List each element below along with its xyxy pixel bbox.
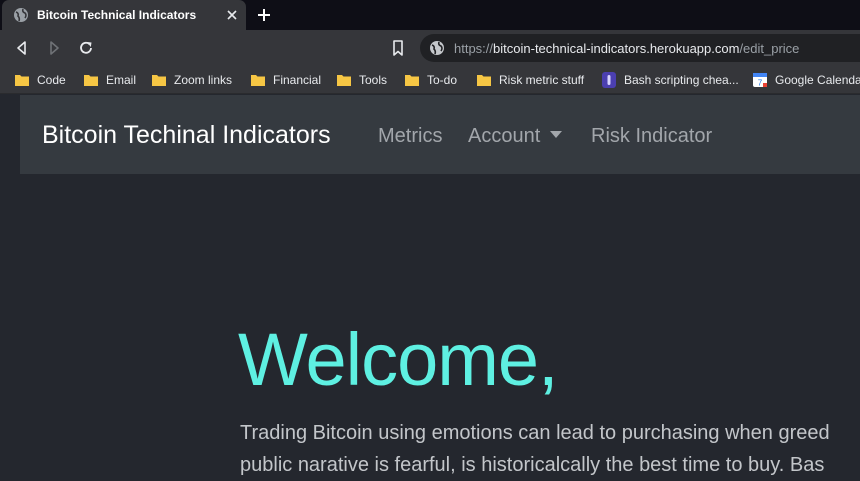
- folder-icon: [15, 75, 29, 86]
- browser-tab[interactable]: Bitcoin Technical Indicators: [2, 0, 246, 30]
- folder-icon: [337, 75, 351, 86]
- bookmark-label: To-do: [427, 73, 458, 87]
- nav-account-dropdown[interactable]: Account: [468, 125, 563, 148]
- intro-line: Trading Bitcoin using emotions can lead …: [240, 422, 830, 444]
- svg-text:7: 7: [758, 79, 763, 88]
- back-icon[interactable]: [13, 39, 31, 57]
- bookmark-google-calendar[interactable]: 7 Google Calendar: [752, 72, 860, 88]
- tab-strip: Bitcoin Technical Indicators: [0, 0, 860, 30]
- nav-metrics[interactable]: Metrics: [378, 125, 442, 148]
- bookmark-label: Financial: [273, 73, 322, 87]
- url-text[interactable]: https://bitcoin-technical-indicators.her…: [454, 41, 799, 56]
- folder-icon: [84, 75, 98, 86]
- intro-paragraph: Trading Bitcoin using emotions can lead …: [240, 417, 860, 481]
- new-tab-icon[interactable]: [256, 7, 272, 23]
- url-path: /edit_price: [739, 41, 800, 56]
- url-scheme: https://: [454, 41, 494, 56]
- browser-toolbar: https://bitcoin-technical-indicators.her…: [0, 30, 860, 66]
- bookmark-label: Code: [37, 73, 66, 87]
- intro-line: public narative is fearful, is historica…: [240, 454, 825, 476]
- folder-icon: [477, 75, 491, 86]
- nav-account-label: Account: [468, 125, 541, 147]
- site-navbar: Bitcoin Techinal Indicators Metrics Acco…: [20, 95, 860, 174]
- bookmark-folder-email[interactable]: Email: [83, 72, 136, 88]
- bookmark-label: Google Calendar: [775, 73, 860, 87]
- folder-icon: [251, 75, 265, 86]
- bookmark-label: Email: [106, 73, 137, 87]
- bookmark-folder-risk-metric[interactable]: Risk metric stuff: [476, 72, 584, 88]
- nav-risk-indicator[interactable]: Risk Indicator: [591, 125, 712, 148]
- caret-down-icon: [550, 131, 563, 138]
- tab-title: Bitcoin Technical Indicators: [37, 8, 197, 22]
- bookmark-page-icon[interactable]: [389, 39, 407, 57]
- calendar-icon: 7: [753, 73, 767, 88]
- web-page: Bitcoin Techinal Indicators Metrics Acco…: [0, 95, 860, 478]
- folder-icon: [152, 75, 166, 86]
- bookmark-label: Bash scripting chea...: [624, 73, 739, 87]
- bookmark-label: Zoom links: [174, 73, 233, 87]
- globe-icon: [14, 8, 28, 22]
- bookmark-label: Tools: [359, 73, 388, 87]
- url-host: bitcoin-technical-indicators.herokuapp.c…: [493, 41, 740, 56]
- bookmark-folder-financial[interactable]: Financial: [250, 72, 321, 88]
- bookmark-folder-code[interactable]: Code: [14, 72, 66, 88]
- bash-icon: [602, 72, 616, 88]
- bookmark-label: Risk metric stuff: [499, 73, 585, 87]
- address-bar[interactable]: https://bitcoin-technical-indicators.her…: [420, 34, 860, 62]
- site-brand[interactable]: Bitcoin Techinal Indicators: [42, 121, 331, 150]
- bookmark-folder-to-do[interactable]: To-do: [404, 72, 457, 88]
- site-info-icon[interactable]: [429, 40, 445, 56]
- forward-icon[interactable]: [45, 39, 63, 57]
- bookmark-folder-zoom-links[interactable]: Zoom links: [151, 72, 232, 88]
- welcome-heading: Welcome,: [238, 318, 559, 401]
- bookmarks-bar: Code Email Zoom links Financial Tools To…: [0, 66, 860, 94]
- folder-icon: [405, 75, 419, 86]
- close-tab-icon[interactable]: [226, 9, 238, 21]
- bookmark-folder-tools[interactable]: Tools: [336, 72, 387, 88]
- reload-icon[interactable]: [77, 39, 95, 57]
- bookmark-bash-scripting[interactable]: Bash scripting chea...: [601, 72, 739, 88]
